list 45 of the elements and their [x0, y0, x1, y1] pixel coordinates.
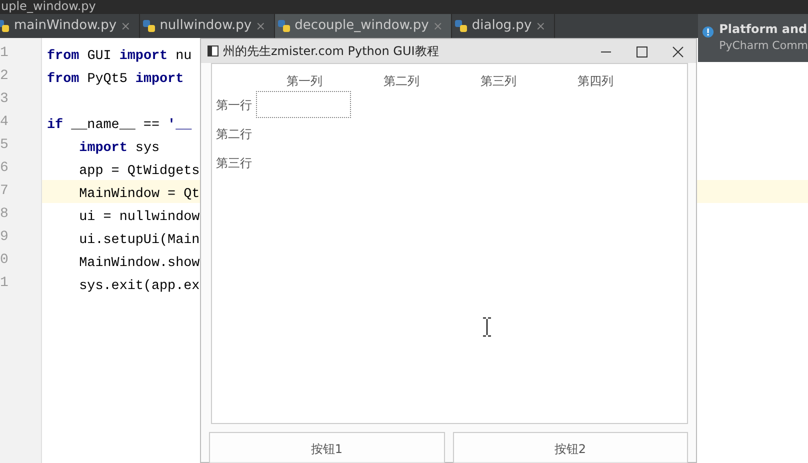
file-title: uple_window.py	[1, 0, 96, 13]
table-cell[interactable]	[256, 91, 351, 118]
line-number: 6	[0, 159, 10, 178]
column-header[interactable]: 第四列	[547, 72, 644, 90]
notification-text: PyCharm Comm	[719, 38, 808, 54]
window-icon	[207, 45, 219, 57]
python-file-icon	[0, 19, 10, 33]
column-header[interactable]: 第一列	[256, 72, 353, 90]
column-header[interactable]: 第三列	[450, 72, 547, 90]
column-header[interactable]: 第二列	[353, 72, 450, 90]
push-button[interactable]: 按钮2	[452, 432, 688, 463]
notification-popup[interactable]: Platform and PyCharm Comm	[698, 14, 808, 62]
line-number: 8	[0, 205, 10, 224]
line-number: 4	[0, 113, 10, 132]
window-title: 州的先生zmister.com Python GUI教程	[223, 43, 439, 60]
row-header[interactable]: 第二行	[212, 124, 256, 142]
row-header[interactable]: 第三行	[212, 154, 256, 172]
python-file-icon	[276, 19, 291, 33]
editor-tab[interactable]: decouple_window.py ×	[274, 14, 452, 38]
close-icon	[672, 46, 684, 58]
maximize-icon	[636, 46, 648, 58]
line-number: 2	[0, 67, 10, 86]
row-header[interactable]: 第一行	[212, 96, 256, 114]
line-number: 7	[0, 182, 10, 201]
line-number: 3	[0, 90, 10, 109]
code-line: MainWindow.show	[78, 256, 200, 271]
line-number: 9	[0, 228, 10, 247]
code-line: from PyQt5 import	[47, 72, 184, 87]
line-number: 1	[0, 44, 10, 63]
line-number: 0	[0, 251, 10, 270]
code-line: from GUI import nu	[47, 49, 192, 64]
notification-title: Platform and	[719, 21, 808, 38]
text-cursor-icon	[481, 316, 493, 337]
code-line: MainWindow = Qt	[78, 187, 200, 202]
code-line: ui.setupUi(Main	[78, 233, 200, 248]
python-file-icon	[454, 19, 468, 33]
code-line: app = QtWidgets	[78, 164, 200, 179]
code-line: import sys	[78, 141, 160, 156]
python-file-icon	[142, 19, 156, 33]
code-line: if __name__ == '__	[47, 118, 192, 133]
line-number: 1	[0, 274, 10, 293]
code-line: ui = nullwindow	[78, 210, 200, 225]
line-number: 5	[0, 136, 10, 155]
code-line: sys.exit(app.ex	[78, 279, 200, 294]
push-button[interactable]: 按钮1	[209, 432, 444, 463]
